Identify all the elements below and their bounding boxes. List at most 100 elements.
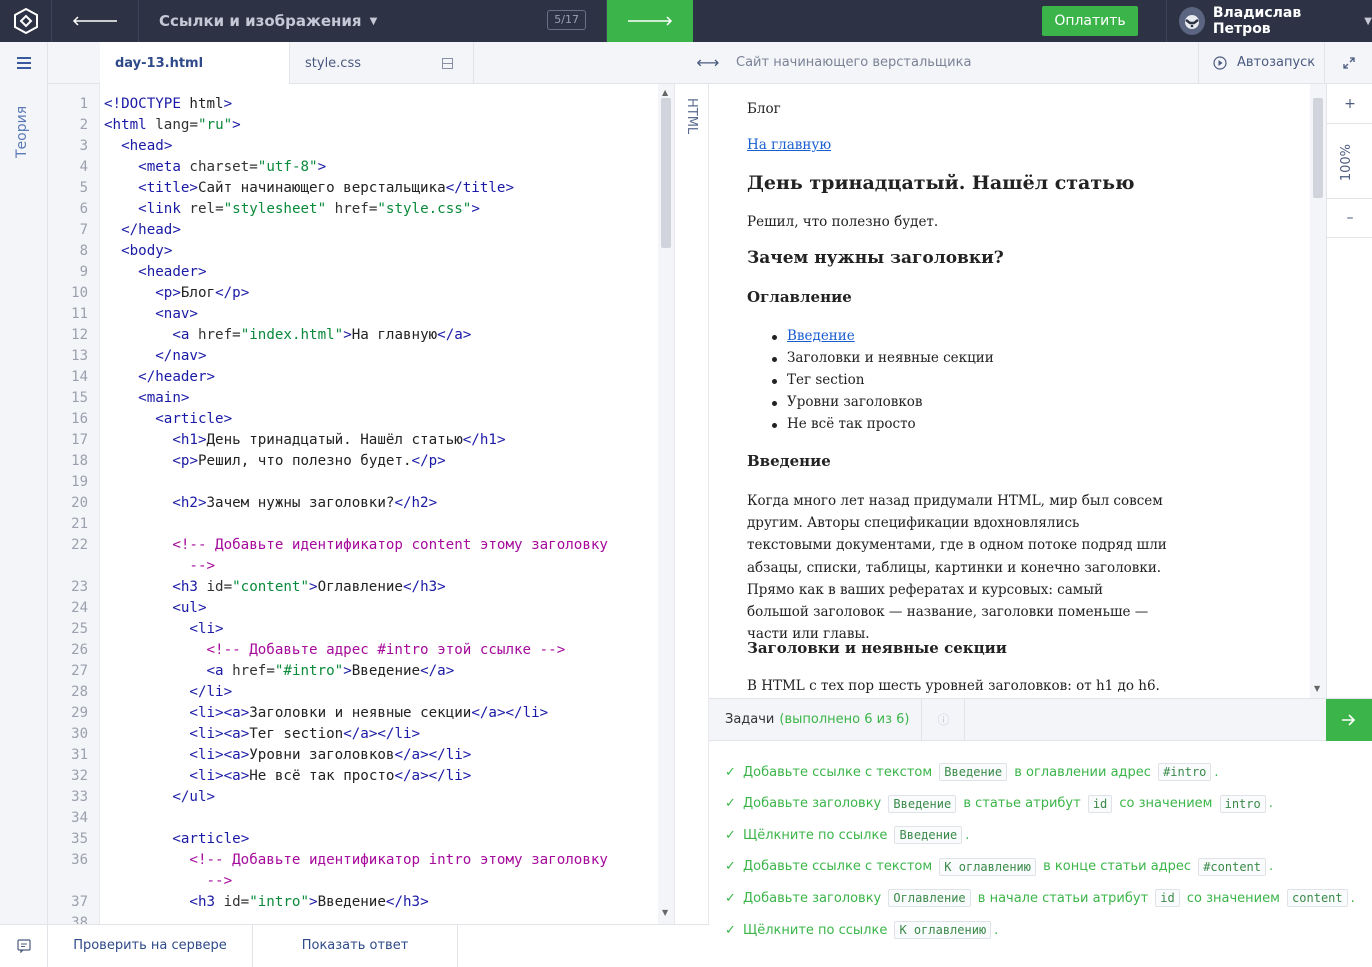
tab-css[interactable]: style.css — [290, 42, 474, 84]
code-line[interactable]: 27 <a href="#intro">Введение</a> — [71, 661, 664, 682]
code-line[interactable]: --> — [104, 556, 664, 577]
bottom-bar: Проверить на сервере Показать ответ — [0, 924, 709, 967]
next-task-button[interactable] — [1326, 699, 1372, 741]
scroll-down-icon[interactable]: ▼ — [1314, 684, 1320, 693]
chat-icon[interactable] — [0, 924, 48, 967]
code-text: --> — [104, 558, 216, 574]
code-line[interactable]: 7 </head> — [80, 220, 664, 241]
course-selector[interactable]: Ссылки и изображения ▼ 5/17 — [139, 0, 607, 42]
code-line[interactable]: --> — [104, 871, 664, 892]
code-line[interactable]: 22 <!-- Добавьте идентификатор content э… — [71, 535, 664, 556]
info-icon[interactable]: ⓘ — [921, 698, 966, 741]
scroll-thumb[interactable] — [1313, 98, 1323, 198]
code-text: <article> — [172, 831, 250, 847]
check-server-button[interactable]: Проверить на сервере — [48, 924, 253, 967]
show-answer-button[interactable]: Показать ответ — [253, 924, 458, 967]
preview-home-link[interactable]: На главную — [747, 137, 831, 153]
code-text: <nav> — [155, 306, 198, 322]
next-lesson-button[interactable] — [607, 0, 693, 42]
code-line[interactable]: 12 <a href="index.html">На главную</a> — [71, 325, 664, 346]
preview-title: Сайт начинающего верстальщика — [736, 55, 972, 70]
tab-html[interactable]: day-13.html — [100, 42, 290, 84]
code-line[interactable]: 35 <article> — [71, 829, 664, 850]
preview-pane[interactable]: Блог На главную День тринадцатый. Нашёл … — [709, 84, 1310, 698]
code-line[interactable]: 26 <!-- Добавьте адрес #intro этой ссылк… — [71, 640, 664, 661]
code-text: </header> — [138, 369, 216, 385]
code-line[interactable]: 9 <header> — [80, 262, 664, 283]
check-icon: ✓ — [725, 890, 736, 906]
code-text: </nav> — [155, 348, 207, 364]
line-number: 14 — [71, 369, 88, 385]
code-line[interactable]: 28 </li> — [71, 682, 664, 703]
scroll-up-icon[interactable]: ▲ — [662, 88, 668, 97]
zoom-in-button[interactable]: + — [1327, 84, 1372, 124]
user-menu[interactable]: Владислав Петров ▼ — [1167, 0, 1372, 42]
code-line[interactable]: 38 — [71, 913, 664, 924]
line-number: 32 — [71, 768, 88, 784]
code-line[interactable]: 17 <h1>День тринадцатый. Нашёл статью</h… — [71, 430, 664, 451]
scroll-down-icon[interactable]: ▼ — [662, 908, 668, 917]
code-line[interactable]: 37 <h3 id="intro">Введение</h3> — [71, 892, 664, 913]
code-text: <a href="index.html">На главную</a> — [172, 327, 472, 343]
code-line[interactable]: 14 </header> — [71, 367, 664, 388]
code-line[interactable]: 8 <body> — [80, 241, 664, 262]
prev-lesson-button[interactable] — [52, 0, 139, 42]
code-line[interactable]: 29 <li><a>Заголовки и неявные секции</a>… — [71, 703, 664, 724]
logo-icon[interactable] — [0, 0, 52, 42]
pay-button[interactable]: Оплатить — [1042, 6, 1138, 36]
code-line[interactable]: 21 — [71, 514, 664, 535]
code-text: </head> — [121, 222, 181, 238]
scroll-thumb[interactable] — [661, 98, 671, 248]
menu-button[interactable] — [0, 42, 48, 84]
code-line[interactable]: 11 <nav> — [71, 304, 664, 325]
code-line[interactable]: 1 <!DOCTYPE html> — [80, 94, 664, 115]
code-text: <li><a>Не всё так просто</a></li> — [189, 768, 472, 784]
code-line[interactable]: 10 <p>Блог</p> — [71, 283, 664, 304]
code-line[interactable]: 19 — [71, 472, 664, 493]
split-icon[interactable] — [442, 57, 453, 69]
preview-scrollbar[interactable]: ▼ — [1310, 84, 1326, 698]
expand-button[interactable] — [1324, 41, 1372, 84]
check-icon: ✓ — [725, 764, 736, 780]
code-editor[interactable]: 1 <!DOCTYPE html> 2 <html lang="ru"> 3 <head… — [48, 84, 674, 924]
code-line[interactable]: 31 <li><a>Уровни заголовков</a></li> — [71, 745, 664, 766]
tasks-label: Задачи — [725, 712, 775, 727]
swap-panels-icon[interactable]: ⟷ — [693, 42, 723, 84]
editor-scrollbar[interactable]: ▲ ▼ — [658, 84, 674, 924]
theory-tab[interactable]: Теория — [14, 98, 34, 158]
task-text: . — [1269, 859, 1274, 875]
code-text: <!-- Добавьте идентификатор intro этому … — [189, 852, 608, 868]
code-line[interactable]: 34 — [71, 808, 664, 829]
code-line[interactable]: 20 <h2>Зачем нужны заголовки?</h2> — [71, 493, 664, 514]
code-line[interactable]: 2 <html lang="ru"> — [80, 115, 664, 136]
code-line[interactable]: 3 <head> — [80, 136, 664, 157]
code-line[interactable]: 32 <li><a>Не всё так просто</a></li> — [71, 766, 664, 787]
code-line[interactable]: 5 <title>Сайт начинающего верстальщика</… — [80, 178, 664, 199]
zoom-out-button[interactable]: – — [1327, 198, 1372, 238]
code-area[interactable]: 1 <!DOCTYPE html> 2 <html lang="ru"> 3 <head… — [71, 94, 664, 924]
preview-h1: День тринадцатый. Нашёл статью — [747, 172, 1135, 194]
code-line[interactable]: 23 <h3 id="content">Оглавление</h3> — [71, 577, 664, 598]
code-line[interactable]: 24 <ul> — [71, 598, 664, 619]
task-code-chip: #intro — [1158, 763, 1212, 781]
line-number: 17 — [71, 432, 88, 448]
code-text: <title>Сайт начинающего верстальщика</ti… — [138, 180, 515, 196]
line-number: 29 — [71, 705, 88, 721]
code-line[interactable]: 15 <main> — [71, 388, 664, 409]
code-line[interactable]: 25 <li> — [71, 619, 664, 640]
code-text: <h1>День тринадцатый. Нашёл статью</h1> — [172, 432, 506, 448]
code-line[interactable]: 30 <li><a>Тег section</a></li> — [71, 724, 664, 745]
task-item: ✓ Щёлкните по ссылке К оглавлению. — [725, 921, 998, 939]
code-line[interactable]: 16 <article> — [71, 409, 664, 430]
autorun-button[interactable]: Автозапуск — [1198, 41, 1324, 84]
preview-toc-item[interactable]: Введение — [772, 328, 855, 344]
code-line[interactable]: 13 </nav> — [71, 346, 664, 367]
code-line[interactable]: 36 <!-- Добавьте идентификатор intro это… — [71, 850, 664, 871]
code-line[interactable]: 6 <link rel="stylesheet" href="style.css… — [80, 199, 664, 220]
code-line[interactable]: 4 <meta charset="utf-8"> — [80, 157, 664, 178]
preview-toc-item: Уровни заголовков — [772, 394, 923, 410]
code-line[interactable]: 18 <p>Решил, что полезно будет.</p> — [71, 451, 664, 472]
preview-intro-heading: Введение — [747, 452, 831, 470]
code-line[interactable]: 33 </ul> — [71, 787, 664, 808]
line-number: 38 — [71, 915, 88, 924]
